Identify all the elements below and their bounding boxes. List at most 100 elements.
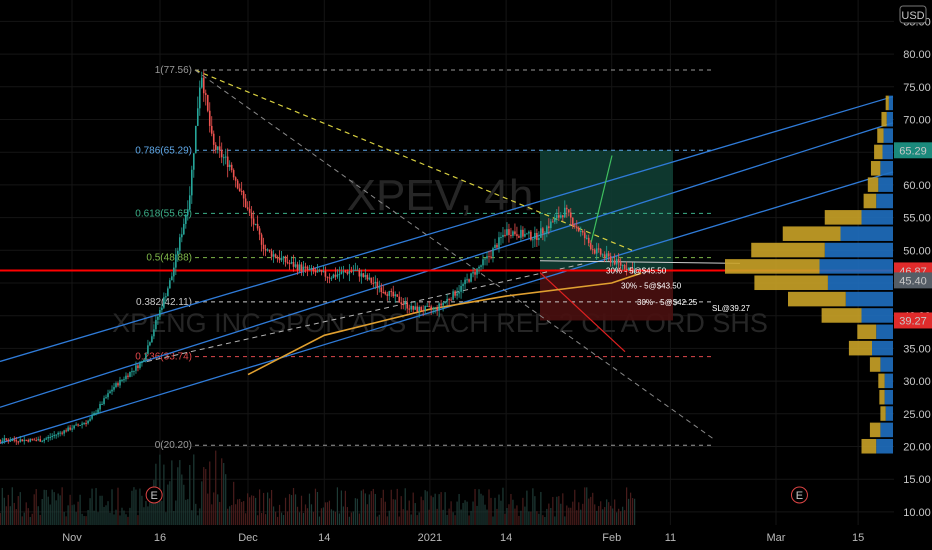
volume-bar [352,511,354,525]
candle-body [609,256,612,263]
volume-bar [75,512,77,525]
candle-body [115,383,117,388]
volume-bar [522,497,524,525]
candle-body [428,305,430,307]
volume-bar [322,507,325,525]
candle-body [430,306,432,310]
candle-body [33,439,36,441]
trade-note: 30% - 5@$43.50 [621,282,682,291]
volume-bar [173,510,175,525]
volume-profile-sell [888,95,893,111]
volume-bar [217,494,219,525]
candle-body [216,146,219,151]
volume-bar [444,492,446,525]
volume-bar [239,498,241,525]
candle-body [45,438,47,440]
volume-bar [143,507,145,525]
volume-bar [536,511,538,525]
candle-body [226,156,229,168]
volume-bar [328,500,331,525]
volume-bar [187,499,189,525]
candle-body [308,269,311,271]
volume-bar [480,493,482,525]
volume-bar [255,497,257,525]
volume-bar [314,488,317,525]
volume-bar [378,514,380,525]
volume-profile-buy [869,422,881,438]
volume-profile-sell [876,193,893,209]
candle-body [466,279,468,281]
candle-body [280,257,283,261]
candle-body [53,434,55,436]
candle-body [424,306,426,311]
candle-body [113,387,115,390]
volume-bar [282,514,285,525]
volume-bar [516,505,518,525]
candle-body [139,362,141,369]
volume-bar [554,516,556,525]
volume-bar [560,503,562,525]
candle-body [368,277,371,280]
candle-body [472,272,474,274]
volume-bar [5,506,7,525]
candle-body [562,215,564,218]
volume-bar [251,495,253,525]
candle-body [550,221,552,229]
candle-body [322,271,325,273]
volume-bar [197,515,199,525]
volume-bar [302,512,305,525]
volume-bar [488,489,490,525]
x-tick-label: 15 [852,532,864,544]
candle-body [617,259,620,263]
volume-profile-buy [782,226,841,241]
candle-body [141,361,143,363]
candle-body [350,270,353,272]
volume-bar [123,510,125,525]
candle-body [390,291,393,293]
candle-body [607,253,610,257]
candle-body [589,243,592,250]
candle-body [258,228,261,235]
volume-bar [298,512,301,525]
volume-bar [438,494,440,525]
volume-profile-buy [788,291,846,307]
y-tick-label: 55.00 [903,213,931,225]
volume-bar [61,487,63,525]
candle-body [494,244,496,249]
candle-body [492,248,494,257]
candle-body [402,304,405,306]
candle-body [228,164,231,168]
volume-bar [249,497,251,525]
volume-bar [358,513,360,525]
volume-profile-sell [880,161,893,176]
volume-bar [458,494,460,525]
volume-profile-sell [880,357,893,372]
candle-body [91,415,93,419]
candle-body [366,274,369,280]
volume-bar [203,467,205,525]
price-chart[interactable]: XPEV, 4h XPENG INC SPON ADS EACH REP 2 C… [0,0,932,550]
volume-bar [221,458,223,525]
volume-bar [263,492,265,525]
volume-bar [215,450,217,525]
volume-bar [482,495,484,525]
candle-body [192,153,195,170]
volume-profile-buy [867,177,879,192]
candle-body [348,270,351,274]
candle-body [133,370,135,372]
y-tick-label: 20.00 [903,442,931,454]
volume-bar [167,484,169,525]
candle-body [310,268,313,270]
volume-profile-sell [872,340,893,356]
currency-button[interactable]: USD [899,5,927,24]
volume-bar [247,493,249,525]
trade-note: 30% - 5@$42.25 [637,298,698,307]
candle-body [15,440,18,442]
volume-profile-buy [869,357,881,372]
candle-body [161,307,163,311]
candle-body [432,308,434,310]
candle-body [252,218,255,225]
volume-bar [91,488,93,525]
volume-bar [570,507,572,525]
candle-body [386,294,389,296]
